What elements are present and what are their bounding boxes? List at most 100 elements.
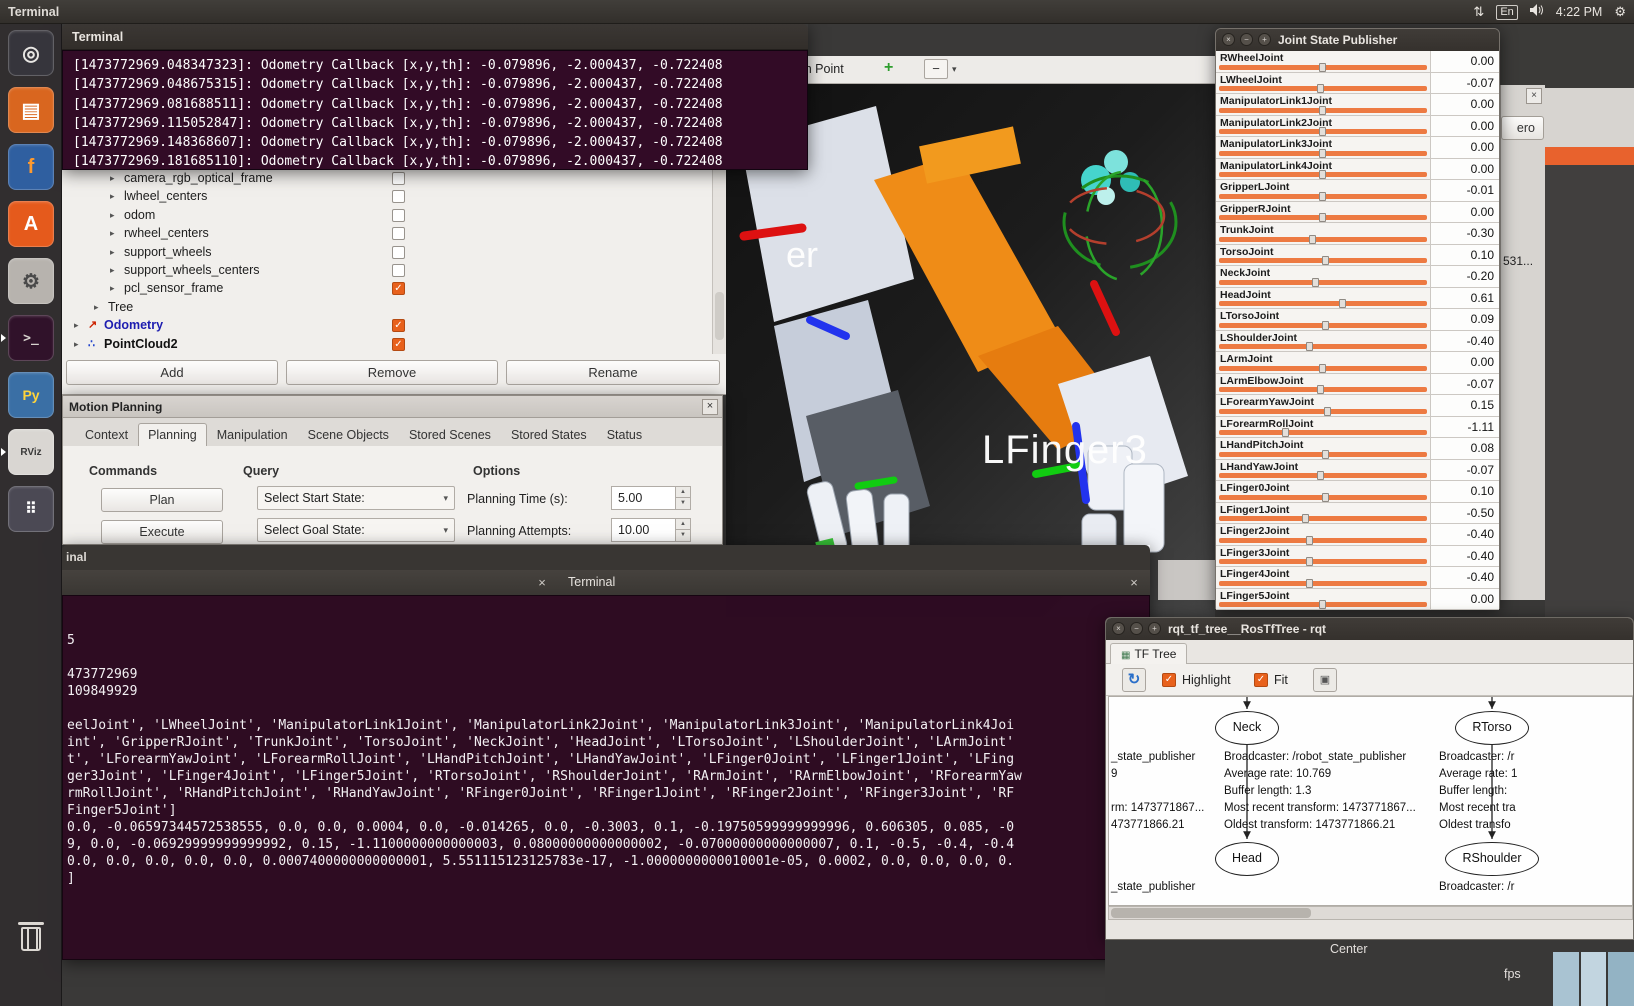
joint-slider[interactable] — [1219, 151, 1427, 156]
joint-slider-handle[interactable] — [1317, 471, 1324, 480]
close-icon[interactable]: × — [532, 570, 552, 595]
display-item[interactable]: ▸rwheel_centers — [62, 225, 726, 243]
joint-slider-handle[interactable] — [1302, 514, 1309, 523]
remove-display-button[interactable]: Remove — [286, 360, 498, 385]
joint-slider-handle[interactable] — [1322, 256, 1329, 265]
tab-tf-tree[interactable]: ▦TF Tree — [1110, 643, 1187, 664]
launcher-item-files[interactable]: ▤ — [8, 87, 54, 133]
remove-tool-button[interactable]: − — [924, 59, 948, 79]
horizontal-scrollbar[interactable] — [1108, 906, 1633, 920]
tree-scrollbar[interactable] — [712, 170, 726, 354]
display-item-checkbox[interactable]: ✓ — [392, 319, 405, 332]
spin-down-icon[interactable]: ▼ — [676, 530, 690, 541]
joint-slider[interactable] — [1219, 602, 1427, 607]
close-icon[interactable]: × — [702, 399, 718, 415]
launcher-item-python[interactable]: Py — [8, 372, 54, 418]
tool-dropdown-icon[interactable]: ▾ — [952, 64, 957, 75]
joint-slider-handle[interactable] — [1306, 579, 1313, 588]
tab-stored-scenes[interactable]: Stored Scenes — [399, 423, 501, 446]
partial-close-button[interactable]: × — [1526, 88, 1542, 104]
session-gear-icon[interactable]: ⚙ — [1614, 4, 1626, 20]
tab-planning[interactable]: Planning — [138, 423, 207, 446]
joint-slider-handle[interactable] — [1309, 235, 1316, 244]
tf-node-head[interactable]: Head — [1215, 842, 1279, 876]
display-item-checkbox[interactable] — [392, 246, 405, 259]
window-minimize-icon[interactable]: − — [1240, 33, 1253, 46]
add-tool-icon[interactable]: + — [884, 59, 893, 77]
expand-icon[interactable]: ▸ — [110, 210, 115, 221]
joint-slider[interactable] — [1219, 473, 1427, 478]
joint-slider-handle[interactable] — [1339, 299, 1346, 308]
joint-slider[interactable] — [1219, 301, 1427, 306]
joint-slider-handle[interactable] — [1317, 84, 1324, 93]
joint-slider-handle[interactable] — [1319, 106, 1326, 115]
spin-up-icon[interactable]: ▲ — [676, 519, 690, 530]
expand-icon[interactable]: ▸ — [74, 320, 79, 331]
joint-slider[interactable] — [1219, 366, 1427, 371]
sync-arrows-icon[interactable]: ⇅ — [1473, 4, 1484, 20]
joint-slider-handle[interactable] — [1312, 278, 1319, 287]
display-item-checkbox[interactable] — [392, 264, 405, 277]
joint-slider-handle[interactable] — [1324, 407, 1331, 416]
refresh-button[interactable]: ↻ — [1122, 668, 1146, 692]
spin-down-icon[interactable]: ▼ — [676, 498, 690, 509]
tf-node-rtorso[interactable]: RTorso — [1455, 711, 1529, 745]
display-item-checkbox[interactable] — [392, 190, 405, 203]
execute-button[interactable]: Execute — [101, 520, 223, 544]
expand-icon[interactable]: ▸ — [94, 302, 99, 313]
start-state-select[interactable]: Select Start State: ▾ — [257, 486, 455, 510]
joint-slider-handle[interactable] — [1306, 536, 1313, 545]
window-maximize-icon[interactable]: + — [1258, 33, 1271, 46]
display-item[interactable]: ▸Tree — [62, 299, 726, 317]
rqt-titlebar[interactable]: × − + rqt_tf_tree__RosTfTree - rqt — [1106, 618, 1633, 640]
joint-slider[interactable] — [1219, 559, 1427, 564]
volume-icon[interactable] — [1530, 3, 1544, 21]
joint-slider[interactable] — [1219, 172, 1427, 177]
goal-state-select[interactable]: Select Goal State: ▾ — [257, 518, 455, 542]
tf-node-rshoulder[interactable]: RShoulder — [1445, 842, 1539, 876]
joint-slider[interactable] — [1219, 430, 1427, 435]
expand-icon[interactable]: ▸ — [110, 173, 115, 184]
add-display-button[interactable]: Add — [66, 360, 278, 385]
joint-slider-handle[interactable] — [1306, 557, 1313, 566]
joint-slider-handle[interactable] — [1319, 213, 1326, 222]
launcher-item-rviz[interactable]: RViz — [8, 429, 54, 475]
expand-icon[interactable]: ▸ — [110, 228, 115, 239]
joint-slider-handle[interactable] — [1322, 493, 1329, 502]
partial-zero-button[interactable]: ero — [1501, 116, 1544, 140]
horizontal-scrollbar-thumb[interactable] — [1111, 908, 1311, 918]
joint-slider-handle[interactable] — [1319, 364, 1326, 373]
joint-slider-handle[interactable] — [1319, 170, 1326, 179]
display-item[interactable]: ▸camera_rgb_optical_frame — [62, 170, 726, 188]
window-maximize-icon[interactable]: + — [1148, 622, 1161, 635]
joint-slider[interactable] — [1219, 387, 1427, 392]
rename-display-button[interactable]: Rename — [506, 360, 720, 385]
display-item[interactable]: ▸odom — [62, 207, 726, 225]
joint-slider[interactable] — [1219, 323, 1427, 328]
display-item-checkbox[interactable] — [392, 209, 405, 222]
joint-slider-handle[interactable] — [1319, 63, 1326, 72]
joint-slider-handle[interactable] — [1319, 149, 1326, 158]
joint-slider[interactable] — [1219, 258, 1427, 263]
joint-slider[interactable] — [1219, 86, 1427, 91]
joint-slider[interactable] — [1219, 194, 1427, 199]
display-item[interactable]: ▸support_wheels_centers — [62, 262, 726, 280]
display-item[interactable]: ▸lwheel_centers — [62, 188, 726, 206]
display-item[interactable]: ▸pcl_sensor_frame✓ — [62, 280, 726, 298]
tf-tree-canvas[interactable]: Neck RTorso Head RShoulder _state_publis… — [1108, 696, 1633, 906]
expand-icon[interactable]: ▸ — [110, 265, 115, 276]
expand-icon[interactable]: ▸ — [74, 339, 79, 350]
joint-slider[interactable] — [1219, 215, 1427, 220]
terminal-top-output[interactable]: [1473772969.048347323]: Odometry Callbac… — [62, 50, 808, 170]
planning-time-spinner[interactable]: 5.00 ▲▼ — [611, 486, 691, 510]
window-minimize-icon[interactable]: − — [1130, 622, 1143, 635]
launcher-item-dash[interactable]: ◎ — [8, 30, 54, 76]
planning-attempts-spinner[interactable]: 10.00 ▲▼ — [611, 518, 691, 542]
clock[interactable]: 4:22 PM — [1556, 5, 1603, 19]
launcher-item-trash[interactable] — [8, 916, 54, 962]
display-item-checkbox[interactable]: ✓ — [392, 338, 405, 351]
tab-context[interactable]: Context — [75, 423, 138, 446]
joint-slider[interactable] — [1219, 65, 1427, 70]
save-view-button[interactable]: ▣ — [1313, 668, 1337, 692]
close-icon[interactable]: × — [1124, 570, 1144, 595]
